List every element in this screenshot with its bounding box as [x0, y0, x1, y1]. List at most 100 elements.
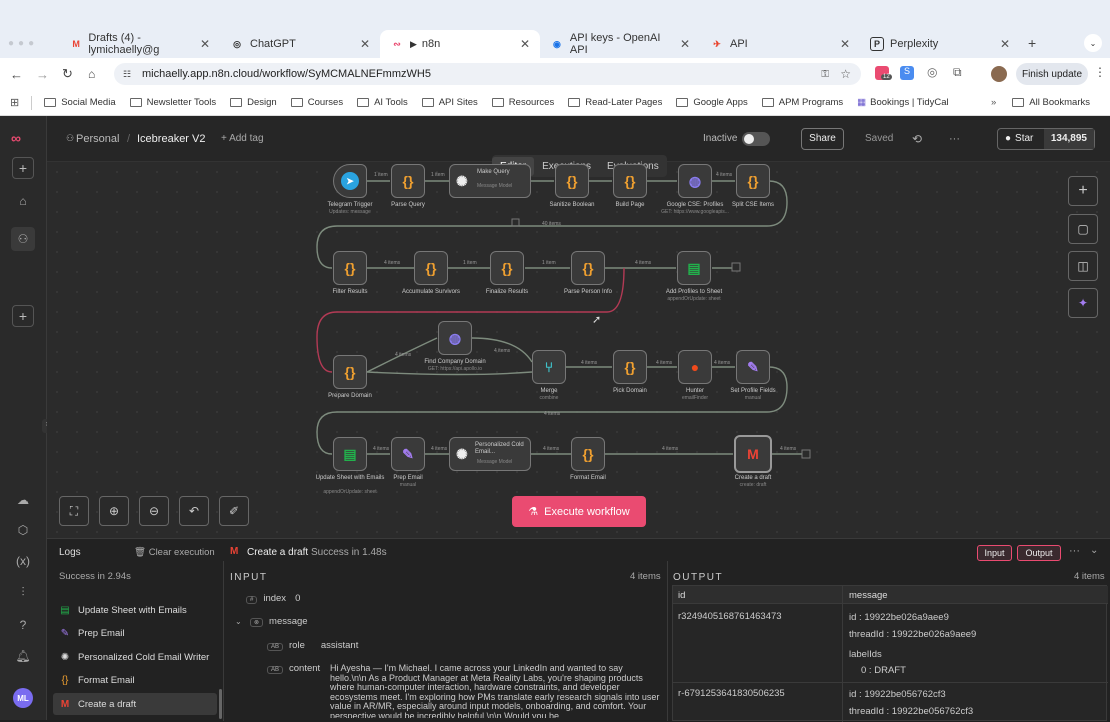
workflow-canvas[interactable]: Editor Executions Evaluations: [47, 155, 1110, 538]
bookmark-ai-tools[interactable]: AI Tools: [357, 97, 408, 108]
node-update-sheet-with-emails[interactable]: ▤: [333, 437, 367, 471]
node-sanitize-boolean[interactable]: {}: [555, 164, 589, 198]
output-toggle-button[interactable]: Output: [1017, 545, 1061, 561]
tab-n8n[interactable]: ∾ ▶ n8n ✕: [380, 30, 540, 58]
input-toggle-button[interactable]: Input: [977, 545, 1012, 561]
templates-icon[interactable]: ⬡: [14, 521, 32, 539]
bookmark-design[interactable]: Design: [230, 97, 277, 108]
close-icon[interactable]: ✕: [680, 37, 690, 51]
user-avatar[interactable]: ML: [13, 688, 33, 708]
log-item[interactable]: ✺ Personalized Cold Email Writer: [53, 646, 217, 668]
zoom-in-button[interactable]: ⊕: [99, 496, 129, 526]
bookmark-tidycal[interactable]: ▦ Bookings | TidyCal: [857, 97, 949, 108]
expand-chevron-icon[interactable]: ⌄: [235, 617, 242, 626]
extensions-puzzle-icon[interactable]: ⧉: [953, 65, 962, 80]
node-pick-domain[interactable]: {}: [613, 350, 647, 384]
node-finalize-results[interactable]: {}: [490, 251, 524, 285]
extension-chat-icon[interactable]: ◎: [927, 65, 937, 79]
add-tag-button[interactable]: + Add tag: [221, 133, 264, 144]
node-telegram-trigger[interactable]: ➤: [333, 164, 367, 198]
active-toggle[interactable]: [742, 131, 770, 146]
variables-icon[interactable]: (x): [14, 552, 32, 570]
ai-assistant-button[interactable]: ✦: [1068, 288, 1098, 318]
site-info-icon[interactable]: ☷: [123, 69, 131, 80]
help-icon[interactable]: ?: [14, 616, 32, 634]
node-accumulate-survivors[interactable]: {}: [414, 251, 448, 285]
notifications-icon[interactable]: 🔔︎: [14, 647, 32, 665]
history-icon[interactable]: ⟲: [912, 132, 922, 146]
profile-avatar[interactable]: [991, 66, 1007, 82]
node-hunter[interactable]: ●: [678, 350, 712, 384]
more-options-icon[interactable]: ···: [949, 133, 960, 145]
node-find-company-domain[interactable]: ◍: [438, 321, 472, 355]
insights-icon[interactable]: ⫶: [14, 583, 32, 601]
tab-openai[interactable]: ◉ API keys - OpenAI API ✕: [540, 30, 700, 58]
bookmark-courses[interactable]: Courses: [290, 97, 343, 108]
node-create-a-draft[interactable]: M: [734, 435, 772, 473]
cloud-icon[interactable]: ☁: [14, 491, 32, 509]
log-item[interactable]: ▤ Update Sheet with Emails: [53, 599, 217, 621]
bookmark-all[interactable]: All Bookmarks: [1012, 97, 1090, 108]
tab-chatgpt[interactable]: ◎ ChatGPT ✕: [220, 30, 380, 58]
bookmark-read-later[interactable]: Read-Later Pages: [568, 97, 662, 108]
toggle-panel-button[interactable]: ◫: [1068, 251, 1098, 281]
node-add-profiles-to-sheet[interactable]: ▤: [677, 251, 711, 285]
log-item-selected[interactable]: M Create a draft: [53, 693, 217, 715]
tidy-up-button[interactable]: ✐: [219, 496, 249, 526]
password-key-icon[interactable]: ⚿: [821, 69, 829, 80]
bookmark-apm-programs[interactable]: APM Programs: [761, 97, 843, 108]
close-icon[interactable]: ✕: [840, 37, 850, 51]
close-icon[interactable]: ✕: [1000, 37, 1010, 51]
url-bar[interactable]: ☷ michaelly.app.n8n.cloud/workflow/SyMCM…: [114, 63, 861, 85]
share-button[interactable]: Share: [801, 127, 844, 150]
node-prepare-domain[interactable]: {}: [333, 355, 367, 389]
execute-workflow-button[interactable]: ⚗ Execute workflow: [512, 496, 646, 527]
tab-gmail[interactable]: M Drafts (4) - lymichaelly@g ✕: [60, 30, 220, 58]
node-merge[interactable]: ⑂: [532, 350, 566, 384]
reload-icon[interactable]: ↻: [62, 66, 73, 82]
tab-search-icon[interactable]: ⌄: [1084, 34, 1102, 52]
node-google-cse-profiles[interactable]: ◍: [678, 164, 712, 198]
finish-update-button[interactable]: Finish update: [1016, 63, 1088, 85]
node-parse-person-info[interactable]: {}: [571, 251, 605, 285]
bookmark-newsletter-tools[interactable]: Newsletter Tools: [129, 97, 216, 108]
home-icon[interactable]: ⌂: [14, 192, 32, 210]
collapse-panel-icon[interactable]: ⌄: [1090, 545, 1098, 556]
new-tab-icon[interactable]: +: [1028, 35, 1036, 51]
create-button[interactable]: +: [12, 157, 34, 179]
back-icon[interactable]: ←: [10, 67, 23, 82]
node-build-page[interactable]: {}: [613, 164, 647, 198]
node-split-cse-items[interactable]: {}: [736, 164, 770, 198]
zoom-out-button[interactable]: ⊖: [139, 496, 169, 526]
bookmark-star-icon[interactable]: ☆: [840, 67, 851, 81]
node-set-profile-fields[interactable]: ✎: [736, 350, 770, 384]
log-item[interactable]: {} Format Email: [53, 669, 217, 691]
extension-s-icon[interactable]: S: [900, 66, 914, 80]
fit-view-button[interactable]: ⛶: [59, 496, 89, 526]
node-prep-email[interactable]: ✎: [391, 437, 425, 471]
workflow-name[interactable]: Icebreaker V2: [137, 133, 205, 145]
node-parse-query[interactable]: {}: [391, 164, 425, 198]
tab-perplexity[interactable]: P Perplexity ✕: [860, 30, 1020, 58]
sticky-note-button[interactable]: ▢: [1068, 214, 1098, 244]
add-project-button[interactable]: +: [12, 305, 34, 327]
close-icon[interactable]: ✕: [520, 37, 530, 51]
add-node-button[interactable]: +: [1068, 176, 1098, 206]
node-format-email[interactable]: {}: [571, 437, 605, 471]
github-star-button[interactable]: ● Star 134,895: [997, 127, 1095, 150]
undo-button[interactable]: ↶: [179, 496, 209, 526]
forward-icon[interactable]: →: [36, 67, 49, 82]
personal-icon[interactable]: ⚇: [11, 227, 35, 251]
more-options-icon[interactable]: ···: [1069, 545, 1080, 557]
home-icon[interactable]: ⌂: [88, 67, 95, 81]
node-filter-results[interactable]: {}: [333, 251, 367, 285]
log-item[interactable]: ✎ Prep Email: [53, 622, 217, 644]
menu-kebab-icon[interactable]: ⋮: [1094, 65, 1106, 79]
bookmark-resources[interactable]: Resources: [491, 97, 554, 108]
project-scope[interactable]: Personal: [76, 133, 119, 145]
bookmark-google-apps[interactable]: Google Apps: [676, 97, 748, 108]
bookmark-social-media[interactable]: Social Media: [44, 97, 116, 108]
apps-grid-icon[interactable]: ⊞: [10, 96, 19, 109]
clear-execution-button[interactable]: 🗑︎ Clear execution: [134, 547, 215, 558]
tab-api[interactable]: ✈ API ✕: [700, 30, 860, 58]
